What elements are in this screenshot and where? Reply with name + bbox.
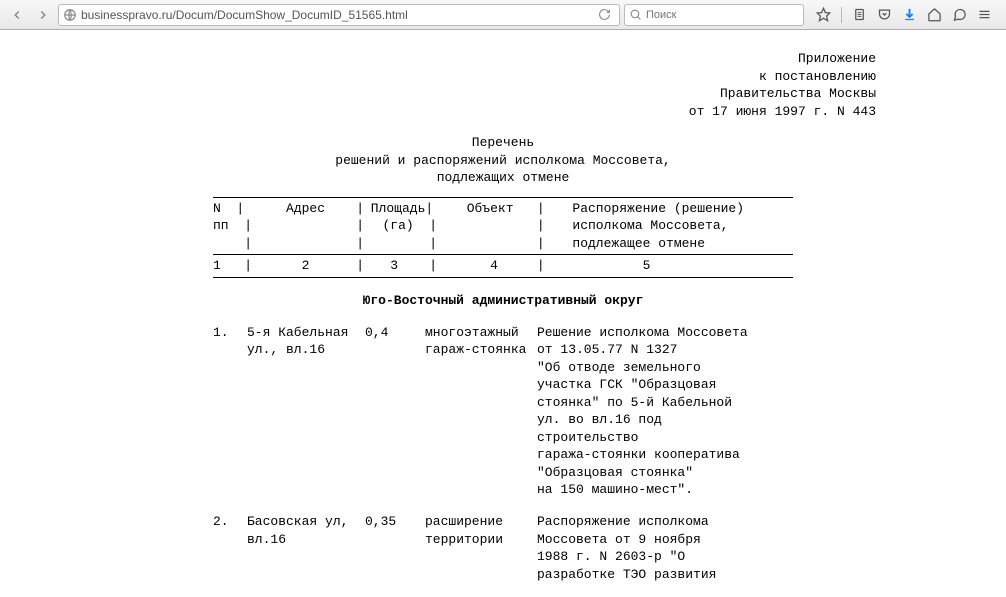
row-ord: участка ГСК "Образцовая — [537, 376, 793, 394]
row-ord: разработке ТЭО развития — [537, 566, 793, 584]
row-obj: гараж-стоянка — [425, 341, 537, 359]
doc-title: Перечень решений и распоряжений исполком… — [40, 134, 966, 187]
row-num: 1. — [213, 324, 247, 499]
title-line: решений и распоряжений исполкома Моссове… — [40, 152, 966, 170]
chat-icon[interactable] — [952, 7, 967, 22]
arrow-right-icon — [36, 8, 50, 22]
reload-icon[interactable] — [594, 8, 615, 21]
table-header: N | Адрес | Площадь| Объект | Распоряжен… — [213, 197, 793, 278]
row-obj: расширение — [425, 513, 537, 531]
th-area: Площадь — [371, 201, 426, 216]
cn2: 2 — [302, 258, 310, 273]
search-bar[interactable] — [624, 4, 804, 26]
table-row: 2. Басовская ул, вл.16 0,35 расширение т… — [213, 513, 793, 583]
row-area: 0,35 — [365, 513, 425, 583]
globe-icon — [63, 8, 77, 22]
row-num: 2. — [213, 513, 247, 583]
star-icon[interactable] — [816, 7, 831, 22]
table-rule — [213, 197, 793, 198]
cn4: 4 — [490, 258, 498, 273]
section-title: Юго-Восточный административный округ — [40, 292, 966, 310]
url-bar[interactable] — [58, 4, 620, 26]
header-line: Правительства Москвы — [40, 85, 876, 103]
th-ord: Распоряжение (решение) — [572, 201, 744, 216]
menu-icon[interactable] — [977, 7, 992, 22]
header-line: к постановлению — [40, 68, 876, 86]
document-content: Приложение к постановлению Правительства… — [0, 30, 1006, 583]
url-input[interactable] — [81, 8, 590, 22]
row-ord: "Образцовая стоянка" — [537, 464, 793, 482]
row-ord: Распоряжение исполкома — [537, 513, 793, 531]
row-area: 0,4 — [365, 324, 425, 499]
th-area2: (га) — [382, 218, 413, 233]
row-obj: территории — [425, 531, 537, 549]
th-n: N — [213, 201, 221, 216]
th-ord3: подлежащее отмене — [572, 236, 705, 251]
row-ord: Моссовета от 9 ноября — [537, 531, 793, 549]
row-ord: "Об отводе земельного — [537, 359, 793, 377]
row-obj: многоэтажный — [425, 324, 537, 342]
row-addr: Басовская ул, — [247, 513, 365, 531]
arrow-left-icon — [10, 8, 24, 22]
browser-toolbar — [0, 0, 1006, 30]
row-ord: от 13.05.77 N 1327 — [537, 341, 793, 359]
pocket-icon[interactable] — [877, 7, 892, 22]
forward-button[interactable] — [32, 4, 54, 26]
title-line: Перечень — [40, 134, 966, 152]
row-ord: гаража-стоянки кооператива — [537, 446, 793, 464]
clipboard-icon[interactable] — [852, 7, 867, 22]
home-icon[interactable] — [927, 7, 942, 22]
search-icon — [629, 8, 642, 21]
search-input[interactable] — [646, 9, 799, 21]
data-rows: 1. 5-я Кабельная ул., вл.16 0,4 многоэта… — [213, 324, 793, 584]
th-addr: Адрес — [286, 201, 325, 216]
title-line: подлежащих отмене — [40, 169, 966, 187]
doc-header: Приложение к постановлению Правительства… — [40, 50, 966, 120]
row-addr: ул., вл.16 — [247, 341, 365, 359]
th-obj: Объект — [467, 201, 514, 216]
download-icon[interactable] — [902, 7, 917, 22]
row-ord: ул. во вл.16 под — [537, 411, 793, 429]
table-rule — [213, 277, 793, 278]
cn1: 1 — [213, 258, 221, 273]
cn5: 5 — [643, 258, 651, 273]
row-addr: вл.16 — [247, 531, 365, 549]
row-ord: стоянка" по 5-й Кабельной — [537, 394, 793, 412]
divider — [841, 7, 842, 23]
back-button[interactable] — [6, 4, 28, 26]
th-n2: пп — [213, 218, 229, 233]
row-addr: 5-я Кабельная — [247, 324, 365, 342]
header-line: от 17 июня 1997 г. N 443 — [40, 103, 876, 121]
row-ord: на 150 машино-мест". — [537, 481, 793, 499]
row-ord: Решение исполкома Моссовета — [537, 324, 793, 342]
cn3: 3 — [390, 258, 398, 273]
table-row: 1. 5-я Кабельная ул., вл.16 0,4 многоэта… — [213, 324, 793, 499]
header-line: Приложение — [40, 50, 876, 68]
table-rule — [213, 254, 793, 255]
row-ord: 1988 г. N 2603-р "О — [537, 548, 793, 566]
toolbar-right — [808, 7, 1000, 23]
row-ord: строительство — [537, 429, 793, 447]
th-ord2: исполкома Моссовета, — [572, 218, 728, 233]
